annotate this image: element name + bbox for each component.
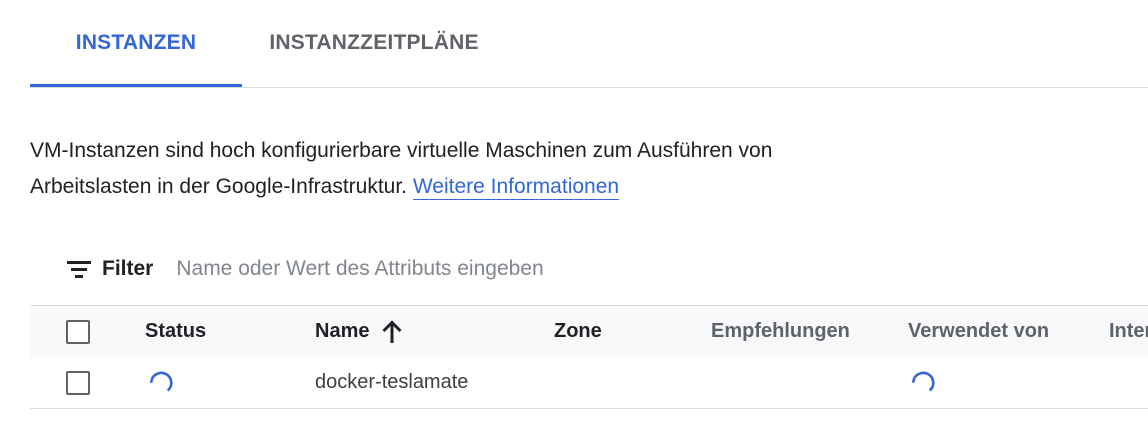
row-checkbox[interactable]	[66, 370, 90, 395]
select-all-checkbox[interactable]	[66, 319, 90, 344]
column-header-zone[interactable]: Zone	[554, 306, 602, 357]
tab-instance-schedules[interactable]: INSTANZZEITPLÄNE	[242, 0, 506, 86]
page-description: VM-Instanzen sind hoch konfigurierbare v…	[30, 133, 930, 205]
column-header-internal[interactable]: Inter	[1109, 306, 1148, 357]
row-name-cell[interactable]: docker-teslamate	[315, 357, 468, 408]
column-header-recommendations[interactable]: Empfehlungen	[711, 306, 850, 357]
description-line-1: VM-Instanzen sind hoch konfigurierbare v…	[30, 139, 773, 162]
loading-spinner-icon	[149, 371, 173, 391]
tab-instances[interactable]: INSTANZEN	[30, 0, 242, 87]
tab-instances-label: INSTANZEN	[75, 31, 197, 54]
column-header-status[interactable]: Status	[145, 306, 206, 357]
loading-spinner-icon	[911, 371, 935, 391]
column-header-name[interactable]: Name	[315, 306, 403, 357]
row-used-by-cell	[908, 357, 938, 408]
column-header-used-by[interactable]: Verwendet von	[908, 306, 1049, 357]
column-header-used-by-label: Verwendet von	[908, 320, 1050, 342]
filter-label[interactable]: Filter	[102, 257, 153, 281]
column-header-name-label: Name	[315, 320, 370, 342]
column-header-status-label: Status	[145, 320, 207, 342]
filter-input[interactable]	[176, 257, 777, 281]
column-header-internal-label: Inter	[1109, 320, 1148, 342]
instance-name[interactable]: docker-teslamate	[315, 371, 468, 394]
row-select-cell	[66, 357, 90, 408]
filter-list-icon[interactable]	[66, 259, 92, 279]
tab-bar: INSTANZEN INSTANZZEITPLÄNE	[30, 0, 1148, 88]
filter-bar: Filter	[66, 250, 777, 288]
column-header-zone-label: Zone	[554, 320, 602, 342]
table-row[interactable]: docker-teslamate	[30, 357, 1148, 409]
active-tab-indicator	[30, 84, 242, 87]
arrow-upward-icon[interactable]	[381, 319, 403, 345]
description-line-2: Arbeitslasten in der Google-Infrastruktu…	[30, 175, 408, 198]
vm-instances-page: INSTANZEN INSTANZZEITPLÄNE VM-Instanzen …	[0, 0, 1148, 430]
select-all-cell	[66, 306, 90, 357]
row-status-cell	[146, 357, 176, 408]
learn-more-link[interactable]: Weitere Informationen	[412, 175, 620, 200]
tab-instance-schedules-label: INSTANZZEITPLÄNE	[269, 31, 479, 54]
table-header-row: Status Name Zone Empfehlungen Verwendet …	[30, 305, 1148, 358]
column-header-recommendations-label: Empfehlungen	[711, 320, 850, 342]
